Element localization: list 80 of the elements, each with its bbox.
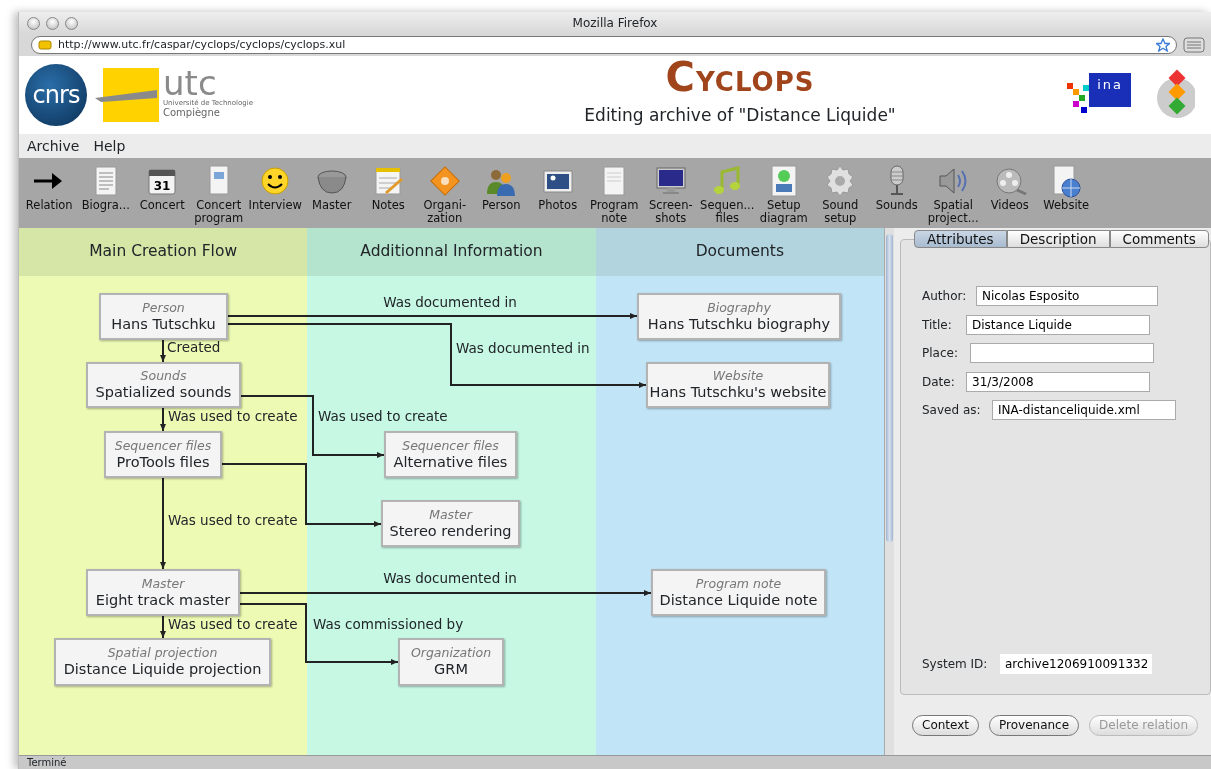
diagram-node[interactable]: Master Eight track master bbox=[86, 569, 240, 616]
app-logo: CYCLOPS bbox=[665, 57, 815, 98]
star-icon bbox=[1156, 38, 1170, 52]
diagram-node[interactable]: Sounds Spatialized sounds bbox=[86, 362, 241, 408]
site-icon bbox=[38, 40, 52, 50]
connector-arrow bbox=[160, 407, 166, 432]
toolbar-button[interactable]: Spatial project... bbox=[925, 164, 982, 226]
text-field[interactable]: 31/3/2008 bbox=[966, 371, 1150, 392]
connector-arrow bbox=[160, 339, 166, 363]
diagram-node[interactable]: Spatial projection Distance Liquide projection bbox=[54, 638, 271, 686]
utc-emblem-icon bbox=[95, 68, 159, 122]
menu-item[interactable]: Archive bbox=[27, 135, 80, 157]
toolbar-button[interactable]: Setup diagram bbox=[755, 164, 812, 226]
toolbar-button[interactable]: 31 Concert bbox=[134, 164, 191, 213]
action-button[interactable]: Context bbox=[912, 714, 979, 736]
zoom-button[interactable] bbox=[65, 16, 78, 30]
grid-icon bbox=[1183, 37, 1205, 53]
connector-label: Was used to create bbox=[168, 513, 298, 528]
diagram-node[interactable]: Person Hans Tutschku bbox=[99, 293, 228, 340]
connector-label: Was used to create bbox=[168, 617, 298, 632]
toolbar-button[interactable]: Sequen... files bbox=[699, 164, 756, 226]
toolbar-button[interactable]: Master bbox=[303, 164, 360, 213]
connector-label: Was commissioned by bbox=[313, 617, 464, 632]
scrollbar[interactable] bbox=[884, 228, 894, 755]
diagram-node[interactable]: Biography Hans Tutschku biography bbox=[637, 293, 841, 340]
connector-label: Created bbox=[167, 340, 221, 355]
field-label: Title: bbox=[922, 316, 953, 334]
action-button[interactable]: Provenance bbox=[989, 714, 1080, 736]
cnrs-logo: cnrs bbox=[25, 64, 87, 126]
toolbar-button[interactable]: Person bbox=[473, 164, 530, 213]
toolbar-button[interactable]: Sound setup bbox=[812, 164, 869, 226]
toolbar-button[interactable]: Sounds bbox=[868, 164, 925, 213]
diagram-node[interactable]: Program note Distance Liquide note bbox=[651, 569, 826, 616]
text-field[interactable] bbox=[970, 343, 1154, 364]
connector-label: Was used to create bbox=[318, 409, 448, 424]
tab[interactable]: Comments bbox=[1109, 230, 1209, 248]
tab[interactable]: Description bbox=[1006, 230, 1110, 248]
connector-label: Was documented in bbox=[383, 571, 517, 586]
tab[interactable]: Attributes bbox=[914, 230, 1007, 248]
toolbar-button[interactable]: Interview bbox=[247, 164, 304, 213]
connector-label: Was used to create bbox=[168, 409, 298, 424]
text-field[interactable]: Distance Liquide bbox=[966, 314, 1150, 335]
field-label: Place: bbox=[922, 345, 959, 363]
toolbar-button[interactable]: Screen- shots bbox=[642, 164, 699, 226]
connector-label: Was documented in bbox=[456, 341, 590, 356]
column-header: Main Creation Flow bbox=[19, 228, 308, 276]
toolbar-button[interactable]: Relation bbox=[21, 164, 78, 213]
utc-logo-text: utc bbox=[163, 66, 217, 101]
column-header: Documents bbox=[595, 228, 884, 276]
toolbar-button[interactable]: Videos bbox=[981, 164, 1038, 213]
close-button[interactable] bbox=[27, 16, 40, 30]
diagram-node[interactable]: Master Stereo rendering bbox=[381, 500, 520, 547]
toolbar-button[interactable]: Photos bbox=[529, 164, 586, 213]
field-label: System ID: bbox=[922, 655, 989, 673]
text-field[interactable]: INA-distanceliquide.xml bbox=[992, 400, 1176, 421]
text-field[interactable]: archive1206910091332 bbox=[1000, 653, 1152, 674]
toolbar-button[interactable]: Organi- zation bbox=[416, 164, 473, 226]
address-field[interactable]: http://www.utc.fr/caspar/cyclops/cyclops/cyclops.xul bbox=[31, 36, 1177, 54]
window-title: Mozilla Firefox bbox=[572, 16, 658, 30]
diagram-node[interactable]: Sequencer files Alternative files bbox=[384, 431, 517, 478]
text-field[interactable]: Nicolas Esposito bbox=[976, 286, 1158, 307]
toolbar-button[interactable]: Website bbox=[1038, 164, 1095, 213]
menu-item[interactable]: Help bbox=[93, 135, 126, 157]
field-label: Author: bbox=[922, 288, 968, 306]
field-label: Saved as: bbox=[922, 402, 982, 420]
minimize-button[interactable] bbox=[46, 16, 59, 30]
logo-subtitle: Compiègne bbox=[163, 107, 220, 118]
toolbar-button[interactable]: Concert program bbox=[190, 164, 247, 226]
diagram-node[interactable]: Website Hans Tutschku's website bbox=[646, 362, 830, 408]
status-text: Terminé bbox=[27, 757, 67, 768]
connector-arrow bbox=[160, 615, 166, 639]
field-label: Date: bbox=[922, 373, 956, 391]
connector-label: Was documented in bbox=[383, 295, 517, 310]
column-header: Additionnal Information bbox=[307, 228, 596, 276]
toolbar-button[interactable]: Program note bbox=[586, 164, 643, 226]
diagram-node[interactable]: Organization GRM bbox=[398, 638, 504, 686]
page-subtitle: Editing archive of "Distance Liquide" bbox=[584, 104, 896, 128]
toolbar-button[interactable]: Biogra... bbox=[77, 164, 134, 213]
toolbar-button[interactable]: Notes bbox=[360, 164, 417, 213]
diagram-node[interactable]: Sequencer files ProTools files bbox=[104, 431, 222, 478]
